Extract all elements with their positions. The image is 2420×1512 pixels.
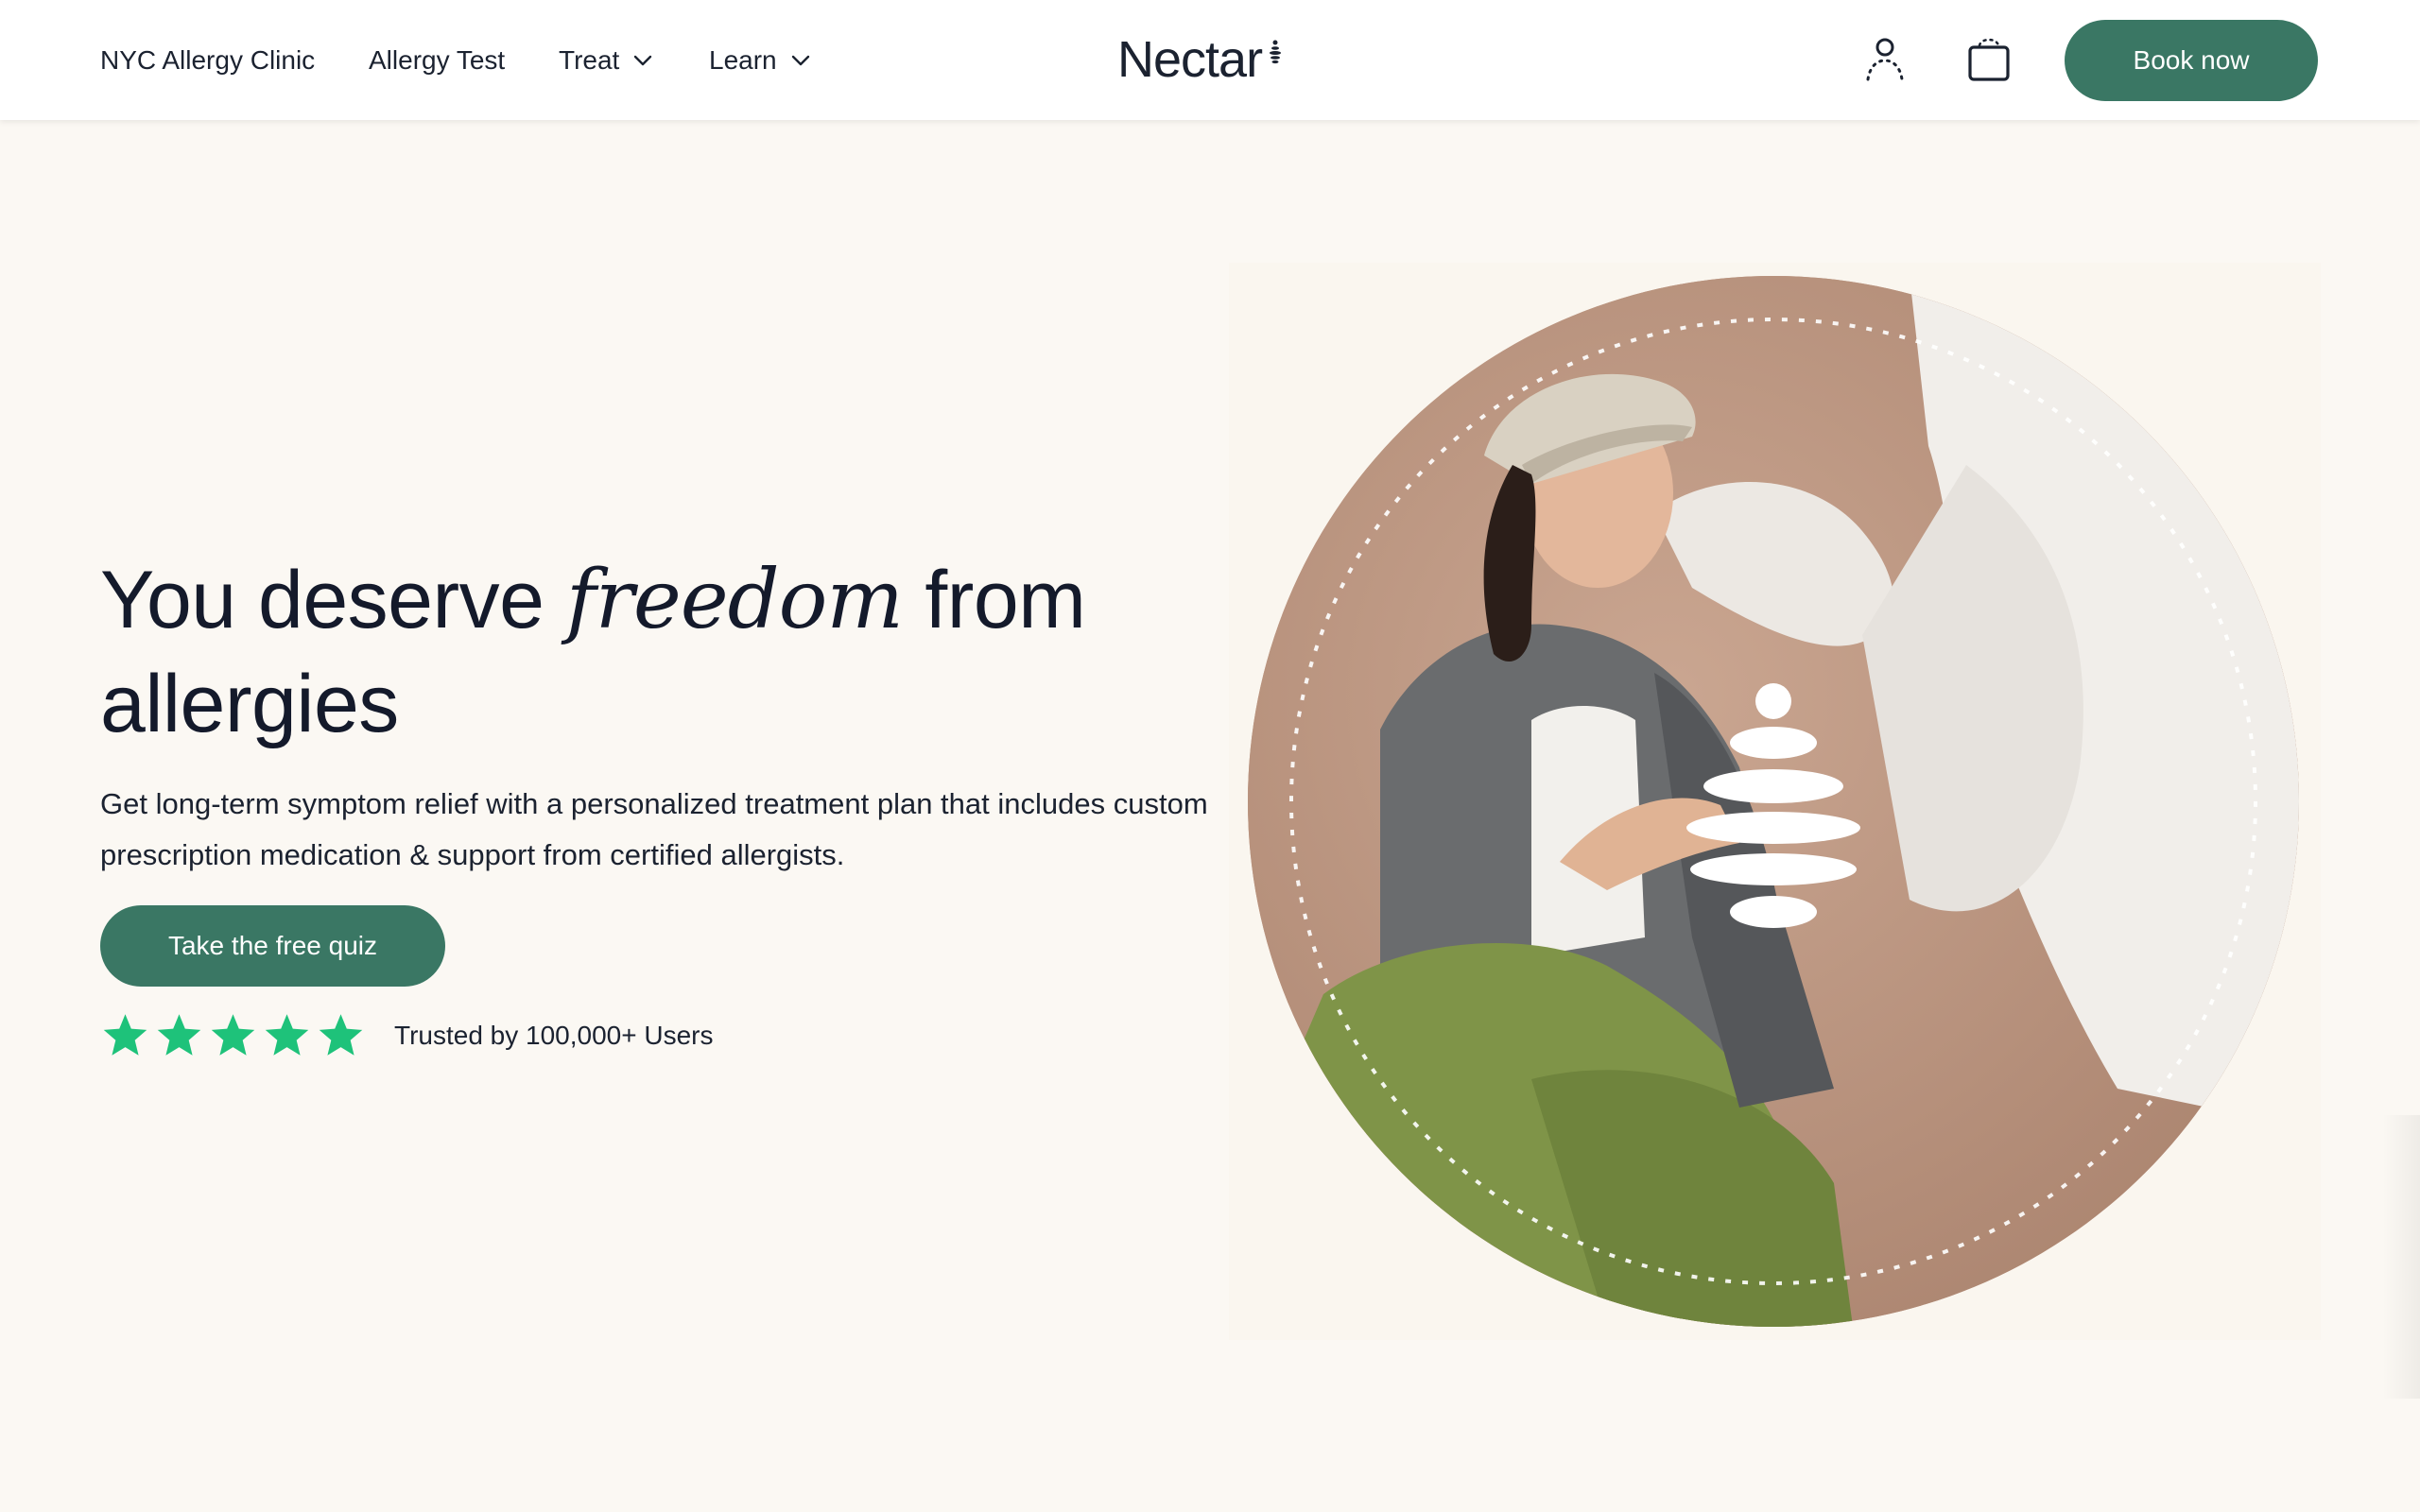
nav-link-allergy-test[interactable]: Allergy Test (369, 42, 505, 79)
book-now-button[interactable]: Book now (2065, 20, 2318, 101)
nav-link-label: NYC Allergy Clinic (100, 45, 316, 75)
hero-title-emphasis: freedom (565, 553, 904, 647)
star-icon (265, 1014, 309, 1056)
logo-mark-icon (1270, 40, 1282, 64)
nav-link-label: Learn (709, 45, 777, 75)
hero-title: You deserve freedom from allergies (100, 548, 1178, 756)
hero-title-part1: You deserve (100, 555, 566, 645)
chevron-down-icon (791, 55, 809, 66)
star-icon (157, 1014, 201, 1056)
rating-row: Trusted by 100,000+ Users (100, 1011, 713, 1060)
star-icon (211, 1014, 255, 1056)
hero-subtitle: Get long-term symptom relief with a pers… (100, 787, 1208, 871)
account-icon (1866, 38, 1904, 81)
logo-wordmark: Nectar (1117, 31, 1263, 88)
nav-link-label: Treat (559, 45, 620, 75)
nav-link-learn[interactable]: Learn (709, 42, 811, 79)
chevron-down-icon (634, 55, 652, 66)
nav-link-nyc-allergy-clinic[interactable]: NYC Allergy Clinic (100, 42, 315, 79)
cart-icon (1968, 38, 2010, 81)
nav-link-treat[interactable]: Treat (559, 42, 653, 79)
hero-illustration (1248, 276, 2299, 1327)
edge-shadow (2382, 1115, 2420, 1399)
cart-button[interactable] (1962, 34, 2015, 90)
star-icon (319, 1014, 363, 1056)
take-quiz-button[interactable]: Take the free quiz (100, 905, 445, 987)
star-icon (103, 1014, 147, 1056)
hero-video[interactable] (1248, 276, 2299, 1327)
rating-stars (100, 1011, 366, 1060)
account-button[interactable] (1862, 34, 1908, 88)
trust-text: Trusted by 100,000+ Users (394, 1021, 714, 1050)
nav-link-label: Allergy Test (369, 45, 506, 75)
site-header: NYC Allergy Clinic Allergy Test Treat Le… (0, 0, 2420, 120)
nectar-logo[interactable]: Nectar (1117, 28, 1283, 94)
